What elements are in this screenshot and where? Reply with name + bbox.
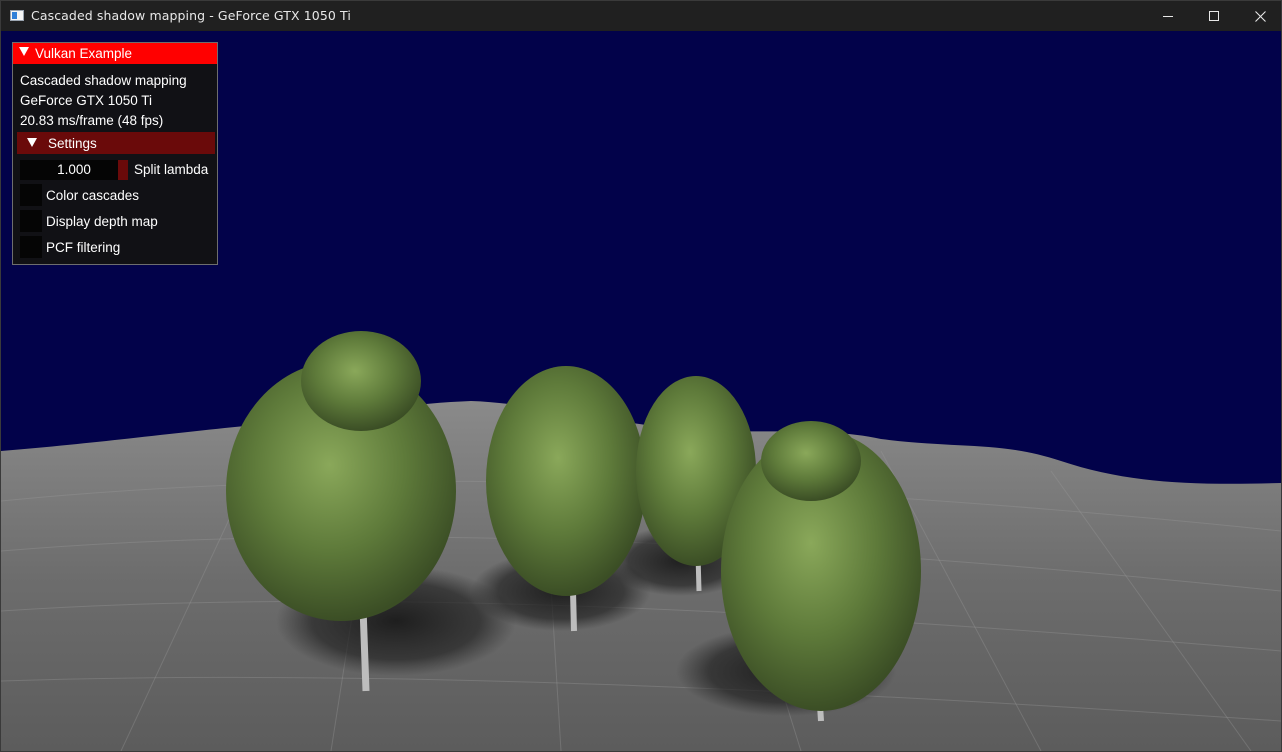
close-button[interactable] bbox=[1237, 1, 1281, 31]
color-cascades-label[interactable]: Color cascades bbox=[46, 188, 139, 203]
maximize-button[interactable] bbox=[1191, 1, 1237, 31]
display-depth-map-checkbox[interactable] bbox=[20, 210, 42, 232]
pcf-filtering-label[interactable]: PCF filtering bbox=[46, 240, 120, 255]
slider-grab-handle[interactable] bbox=[118, 160, 128, 180]
overlay-title: Vulkan Example bbox=[35, 46, 133, 61]
window-title: Cascaded shadow mapping - GeForce GTX 10… bbox=[31, 8, 351, 23]
minimize-icon bbox=[1162, 15, 1173, 17]
color-cascades-checkbox[interactable] bbox=[20, 184, 42, 206]
split-lambda-label: Split lambda bbox=[134, 162, 209, 177]
display-depth-map-label[interactable]: Display depth map bbox=[46, 214, 158, 229]
frame-stats-text: 20.83 ms/frame (48 fps) bbox=[20, 113, 164, 128]
maximize-icon bbox=[1208, 10, 1219, 21]
app-name-text: Cascaded shadow mapping bbox=[20, 73, 187, 88]
app-window: Cascaded shadow mapping - GeForce GTX 10… bbox=[0, 0, 1282, 752]
split-lambda-slider[interactable]: 1.000 bbox=[20, 160, 128, 180]
pcf-filtering-checkbox[interactable] bbox=[20, 236, 42, 258]
close-icon bbox=[1254, 10, 1266, 22]
collapse-triangle-icon[interactable] bbox=[27, 138, 37, 147]
gpu-name-text: GeForce GTX 1050 Ti bbox=[20, 93, 153, 108]
minimize-button[interactable] bbox=[1145, 1, 1191, 31]
split-lambda-value: 1.000 bbox=[57, 162, 91, 177]
collapse-triangle-icon[interactable] bbox=[19, 47, 29, 56]
settings-label: Settings bbox=[48, 136, 97, 151]
settings-collapsing-header[interactable]: Settings bbox=[17, 132, 215, 154]
title-bar[interactable]: Cascaded shadow mapping - GeForce GTX 10… bbox=[1, 1, 1281, 31]
app-icon bbox=[10, 10, 24, 21]
imgui-overlay[interactable]: Vulkan Example Cascaded shadow mapping G… bbox=[12, 42, 218, 265]
overlay-header[interactable]: Vulkan Example bbox=[13, 43, 217, 64]
